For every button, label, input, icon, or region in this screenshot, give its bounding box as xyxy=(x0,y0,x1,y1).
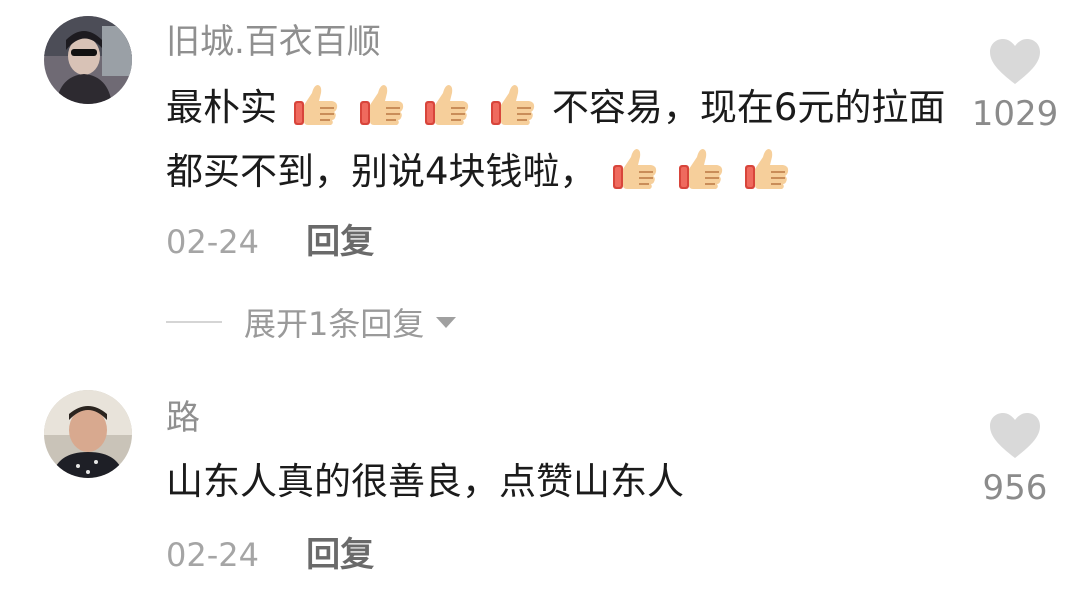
thumbs-up-icon xyxy=(611,145,659,193)
comment-meta: 02-24 回复 xyxy=(166,535,374,581)
thumbs-up-icon xyxy=(358,81,406,129)
reply-button[interactable]: 回复 xyxy=(306,535,374,575)
like-button[interactable]: 956 xyxy=(960,412,1070,508)
thumbs-up-icon xyxy=(743,145,791,193)
heart-icon xyxy=(990,413,1040,458)
comment-date: 02-24 xyxy=(166,223,259,261)
avatar[interactable] xyxy=(44,16,132,104)
like-count: 956 xyxy=(982,468,1048,508)
username[interactable]: 路 xyxy=(166,396,200,440)
comment-text-segment: 不容易，现在6元的拉面都买不到，别说4块钱啦， xyxy=(166,86,946,193)
divider xyxy=(166,321,222,323)
comment-text: 最朴实 不容易，现在6元的拉面都买不到，别说4块钱啦， xyxy=(166,76,956,204)
thumbs-up-icon xyxy=(489,81,537,129)
expand-replies-button[interactable]: 展开1条回复 xyxy=(166,300,458,344)
comment-meta: 02-24 回复 xyxy=(166,222,374,268)
thumbs-up-icon xyxy=(423,81,471,129)
comment-text: 山东人真的很善良，点赞山东人 xyxy=(166,450,956,514)
comment-text-segment: 最朴实 xyxy=(166,86,277,129)
comment-item: 路 山东人真的很善良，点赞山东人 02-24 回复 956 xyxy=(0,380,1080,615)
thumbs-up-icon xyxy=(292,81,340,129)
reply-button[interactable]: 回复 xyxy=(306,222,374,262)
like-count: 1029 xyxy=(971,94,1059,134)
expand-replies-label: 展开1条回复 xyxy=(244,305,425,343)
username[interactable]: 旧城.百衣百顺 xyxy=(166,20,381,64)
comment-text-segment: 山东人真的很善良，点赞山东人 xyxy=(166,460,684,503)
comment-date: 02-24 xyxy=(166,536,259,574)
heart-icon xyxy=(990,39,1040,84)
caret-down-icon xyxy=(436,317,457,328)
like-button[interactable]: 1029 xyxy=(960,38,1070,134)
thumbs-up-icon xyxy=(677,145,725,193)
avatar[interactable] xyxy=(44,390,132,478)
comment-item: 旧城.百衣百顺 最朴实 不容易，现在6元的拉面都买不到，别说4块钱啦， 02-2… xyxy=(0,0,1080,360)
